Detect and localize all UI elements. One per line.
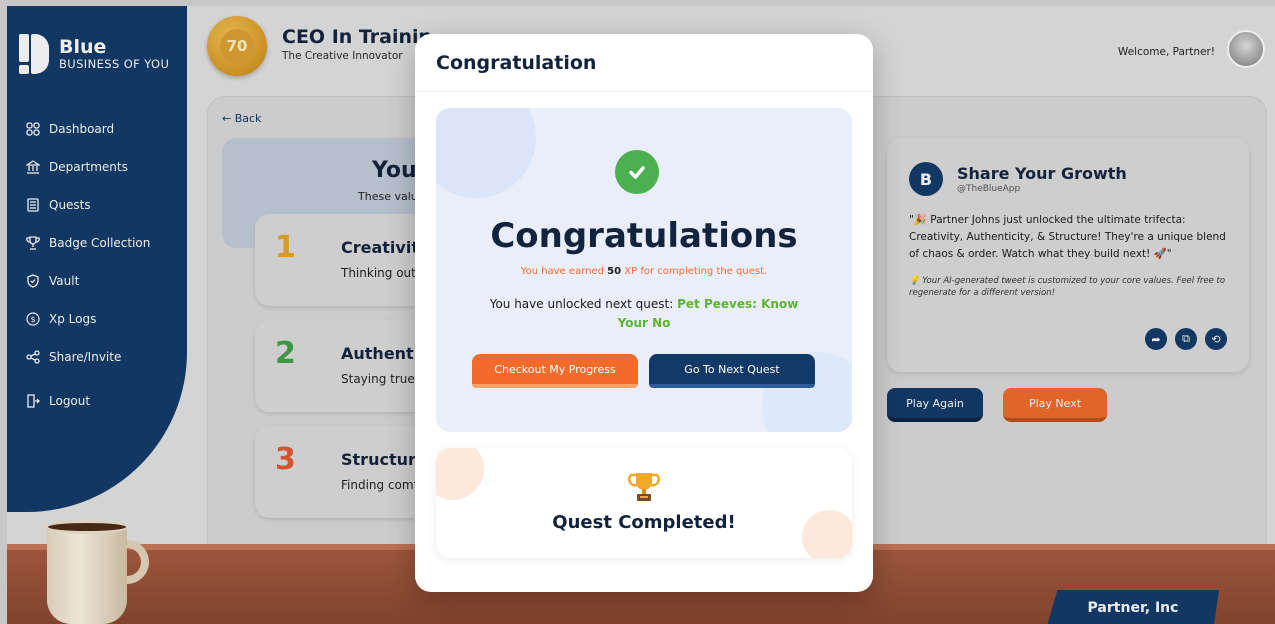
decor-bubble — [436, 448, 484, 500]
congratulation-modal: Congratulation Congratulations You have … — [415, 34, 873, 592]
check-circle-icon — [615, 150, 659, 194]
go-to-next-quest-button[interactable]: Go To Next Quest — [649, 354, 815, 388]
xp-value: 50 — [607, 266, 622, 277]
quest-completed-card: Quest Completed! — [436, 448, 852, 558]
congrats-heading: Congratulations — [490, 216, 798, 256]
decor-bubble — [436, 108, 536, 198]
trophy-icon — [626, 468, 662, 508]
modal-title: Congratulation — [436, 51, 597, 74]
quest-completed-text: Quest Completed! — [552, 512, 736, 533]
modal-header: Congratulation — [415, 34, 873, 92]
congrats-card: Congratulations You have earned 50 XP fo… — [436, 108, 852, 432]
xp-earned-text: You have earned 50 XP for completing the… — [520, 266, 768, 277]
next-quest-text: You have unlocked next quest: Pet Peeves… — [489, 297, 799, 330]
checkout-progress-button[interactable]: Checkout My Progress — [472, 354, 638, 388]
